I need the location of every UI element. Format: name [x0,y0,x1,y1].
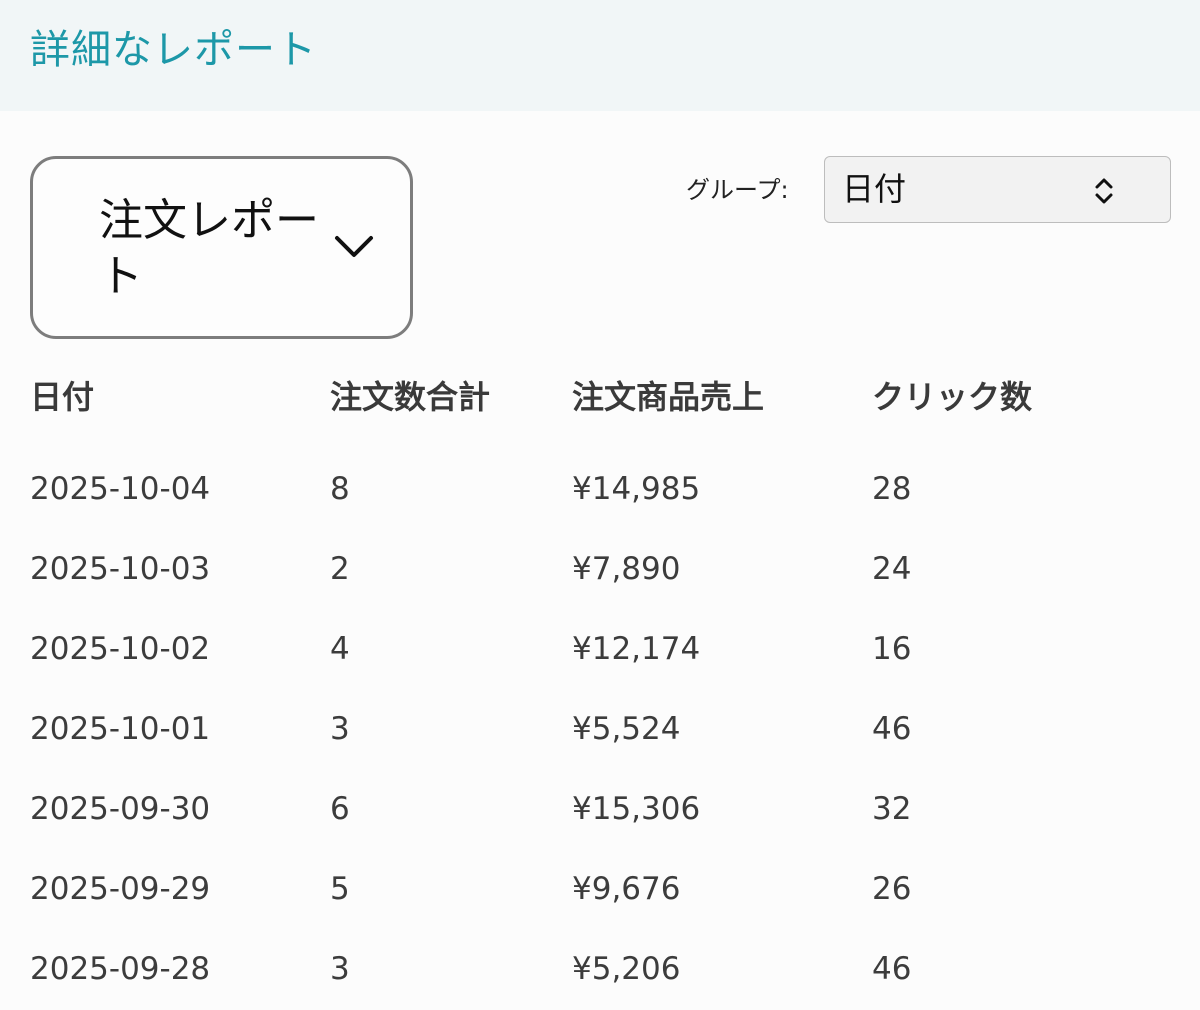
cell-date: 2025-10-03 [30,551,211,587]
chevron-down-icon [335,236,373,257]
group-by-value: 日付 [842,170,907,208]
cell-ordered-sales: ¥12,174 [572,631,701,667]
cell-clicks: 16 [872,631,912,667]
cell-ordered-sales: ¥14,985 [572,471,701,507]
report-type-dropdown[interactable]: 注文レポート [30,156,413,339]
cell-total-orders: 3 [330,711,350,747]
cell-ordered-sales: ¥15,306 [572,791,701,827]
cell-total-orders: 5 [330,871,350,907]
cell-clicks: 46 [872,951,912,987]
column-header-total-orders: 注文数合計 [330,378,491,416]
up-down-icon [1095,178,1113,204]
cell-date: 2025-09-30 [30,791,211,827]
group-label: グループ: [686,176,789,204]
cell-total-orders: 2 [330,551,350,587]
cell-ordered-sales: ¥7,890 [572,551,681,587]
cell-date: 2025-10-01 [30,711,211,747]
cell-clicks: 32 [872,791,912,827]
cell-total-orders: 8 [330,471,350,507]
column-header-ordered-sales: 注文商品売上 [572,378,765,416]
cell-clicks: 26 [872,871,912,907]
cell-clicks: 46 [872,711,912,747]
cell-date: 2025-09-29 [30,871,211,907]
cell-date: 2025-10-04 [30,471,211,507]
cell-ordered-sales: ¥5,524 [572,711,681,747]
cell-date: 2025-09-28 [30,951,211,987]
cell-total-orders: 4 [330,631,350,667]
header-bar: 詳細なレポート [0,0,1200,111]
page-title: 詳細なレポート [30,27,317,73]
cell-ordered-sales: ¥5,206 [572,951,681,987]
cell-total-orders: 6 [330,791,350,827]
column-header-date: 日付 [30,378,95,416]
cell-date: 2025-10-02 [30,631,211,667]
report-type-label: 注文レポート [99,195,319,302]
cell-total-orders: 3 [330,951,350,987]
group-by-select[interactable]: 日付 [824,156,1171,223]
cell-ordered-sales: ¥9,676 [572,871,681,907]
cell-clicks: 24 [872,551,912,587]
column-header-clicks: クリック数 [872,378,1033,416]
cell-clicks: 28 [872,471,912,507]
